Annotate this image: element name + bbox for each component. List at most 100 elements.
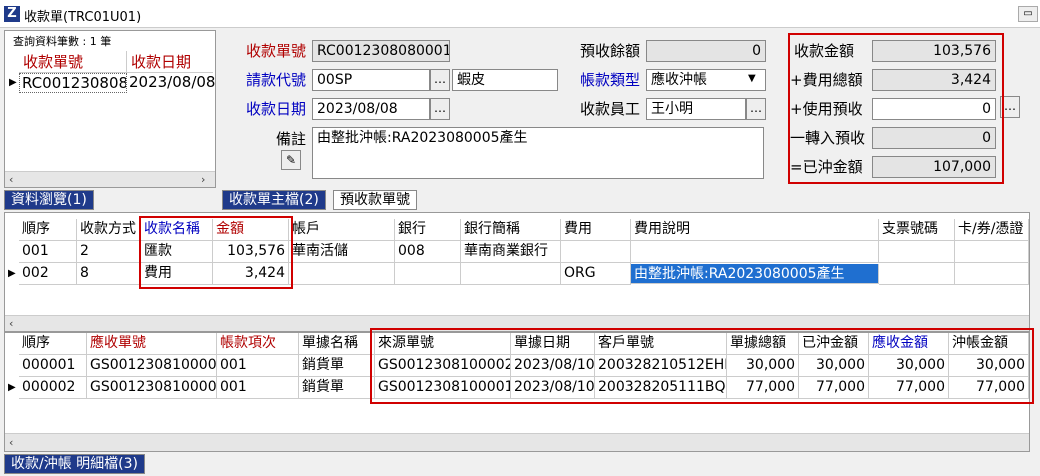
settle-col-header[interactable]: 帳款項次 — [217, 333, 299, 355]
settle-cell[interactable]: 77,000 — [799, 377, 869, 399]
settle-cell[interactable]: 200328205111BQS — [595, 377, 727, 399]
remark-edit-icon[interactable]: ✎ — [281, 150, 301, 170]
browse-hscrollbar[interactable]: ‹ › — [5, 171, 215, 187]
chevron-down-icon[interactable]: ▼ — [748, 73, 756, 84]
restore-icon[interactable]: ▭ — [1018, 6, 1038, 22]
settle-cell[interactable]: 000002 — [19, 377, 87, 399]
browse-row-receipt-no[interactable]: RC0012308080001 — [19, 73, 127, 93]
settle-cell[interactable]: 30,000 — [949, 355, 1029, 377]
browse-col-receipt-no[interactable]: 收款單號 — [19, 51, 127, 73]
settle-cell[interactable]: GS0012308100001 — [87, 377, 217, 399]
tab-receipt-main[interactable]: 收款單主檔(2) — [222, 190, 326, 210]
use-prepay-lookup-button[interactable]: … — [1000, 96, 1020, 118]
staff-lookup-button[interactable]: … — [746, 98, 766, 120]
settle-hscrollbar[interactable]: ‹ — [5, 433, 1029, 451]
settle-cell[interactable]: 2023/08/10 — [511, 355, 595, 377]
detail-cell[interactable] — [879, 263, 955, 285]
settle-col-header[interactable]: 應收單號 — [87, 333, 217, 355]
settle-cell[interactable]: 30,000 — [727, 355, 799, 377]
settle-cell[interactable]: 銷貨單 — [299, 377, 375, 399]
settle-col-header[interactable]: 沖帳金額 — [949, 333, 1029, 355]
scroll-right-icon[interactable]: › — [201, 173, 205, 186]
staff-field[interactable]: 王小明 — [646, 98, 746, 120]
settle-cell[interactable]: 77,000 — [949, 377, 1029, 399]
scroll-left-icon[interactable]: ‹ — [9, 317, 13, 330]
settle-cell[interactable]: 30,000 — [799, 355, 869, 377]
detail-cell[interactable]: 002 — [19, 263, 77, 285]
settle-col-header[interactable]: 應收金額 — [869, 333, 949, 355]
detail-cell[interactable]: 華南商業銀行 — [461, 241, 561, 263]
detail-col-header[interactable]: 收款名稱 — [141, 219, 213, 241]
settle-col-header[interactable]: 順序 — [19, 333, 87, 355]
receipt-date-field[interactable]: 2023/08/08 — [312, 98, 430, 120]
detail-cell[interactable] — [461, 263, 561, 285]
tab-settle-detail[interactable]: 收款/沖帳 明細檔(3) — [4, 454, 145, 474]
detail-col-header[interactable]: 順序 — [19, 219, 77, 241]
detail-cell[interactable]: 2 — [77, 241, 141, 263]
settle-cell[interactable]: 77,000 — [869, 377, 949, 399]
detail-cell[interactable] — [395, 263, 461, 285]
detail-col-header[interactable]: 銀行簡稱 — [461, 219, 561, 241]
receipt-no-field[interactable]: RC0012308080001 — [312, 40, 450, 62]
detail-col-header[interactable]: 費用 — [561, 219, 631, 241]
detail-col-header[interactable]: 卡/券/憑證 — [955, 219, 1029, 241]
browse-col-date[interactable]: 收款日期 — [127, 51, 213, 73]
tab-prepay-receipt[interactable]: 預收款單號 — [333, 190, 417, 210]
settle-col-header[interactable]: 已沖金額 — [799, 333, 869, 355]
detail-cell[interactable]: 匯款 — [141, 241, 213, 263]
settle-cell[interactable]: GS0012308100002 — [87, 355, 217, 377]
scroll-left-icon[interactable]: ‹ — [9, 436, 13, 449]
detail-col-header[interactable]: 支票號碼 — [879, 219, 955, 241]
fee-field[interactable]: 3,424 — [872, 69, 996, 91]
detail-col-header[interactable]: 收款方式 — [77, 219, 141, 241]
settle-cell[interactable]: 200328210512EHP — [595, 355, 727, 377]
prepay-balance-field[interactable]: 0 — [646, 40, 766, 62]
browse-row-date[interactable]: 2023/08/08 — [127, 73, 215, 91]
settle-cell[interactable]: 銷貨單 — [299, 355, 375, 377]
detail-cell[interactable]: 華南活儲 — [289, 241, 395, 263]
settle-cell[interactable]: 001 — [217, 377, 299, 399]
settle-col-header[interactable]: 來源單號 — [375, 333, 511, 355]
settle-cell[interactable]: GS0012308100001 — [375, 377, 511, 399]
settled-field[interactable]: 107,000 — [872, 156, 996, 178]
detail-cell[interactable] — [955, 263, 1029, 285]
detail-cell[interactable] — [955, 241, 1029, 263]
settle-col-header[interactable]: 客戶單號 — [595, 333, 727, 355]
detail-cell[interactable]: 3,424 — [213, 263, 289, 285]
transfer-field[interactable]: 0 — [872, 127, 996, 149]
settle-cell[interactable]: 2023/08/10 — [511, 377, 595, 399]
scroll-left-icon[interactable]: ‹ — [9, 173, 13, 186]
detail-cell[interactable]: 001 — [19, 241, 77, 263]
settle-cell[interactable]: 77,000 — [727, 377, 799, 399]
detail-col-header[interactable]: 費用說明 — [631, 219, 879, 241]
detail-cell[interactable] — [289, 263, 395, 285]
settle-col-header[interactable]: 單據名稱 — [299, 333, 375, 355]
tab-browse[interactable]: 資料瀏覽(1) — [4, 190, 94, 210]
detail-cell[interactable] — [631, 241, 879, 263]
detail-col-header[interactable]: 銀行 — [395, 219, 461, 241]
detail-cell[interactable] — [879, 241, 955, 263]
date-picker-button[interactable]: … — [430, 98, 450, 120]
detail-cell[interactable]: 由整批沖帳:RA2023080005產生 — [631, 264, 879, 284]
remark-field[interactable]: 由整批沖帳:RA2023080005產生 — [312, 127, 764, 179]
settle-cell[interactable]: 30,000 — [869, 355, 949, 377]
detail-cell[interactable]: 費用 — [141, 263, 213, 285]
settle-col-header[interactable]: 單據總額 — [727, 333, 799, 355]
detail-cell[interactable]: 008 — [395, 241, 461, 263]
detail-cell[interactable] — [561, 241, 631, 263]
settle-col-header[interactable]: 單據日期 — [511, 333, 595, 355]
detail-cell[interactable]: 103,576 — [213, 241, 289, 263]
detail-hscrollbar[interactable]: ‹ — [5, 315, 1029, 331]
settle-cell[interactable]: 000001 — [19, 355, 87, 377]
detail-col-header[interactable]: 帳戶 — [289, 219, 395, 241]
amount-field[interactable]: 103,576 — [872, 40, 996, 62]
customer-code-field[interactable]: 00SP — [312, 69, 430, 91]
customer-lookup-button[interactable]: … — [430, 69, 450, 91]
settle-cell[interactable]: GS0012308100002 — [375, 355, 511, 377]
detail-cell[interactable]: ORG — [561, 263, 631, 285]
settle-cell[interactable]: 001 — [217, 355, 299, 377]
use-prepay-field[interactable]: 0 — [872, 98, 996, 120]
detail-col-header[interactable]: 金額 — [213, 219, 289, 241]
detail-cell[interactable]: 8 — [77, 263, 141, 285]
customer-name-field[interactable]: 蝦皮 — [452, 69, 558, 91]
